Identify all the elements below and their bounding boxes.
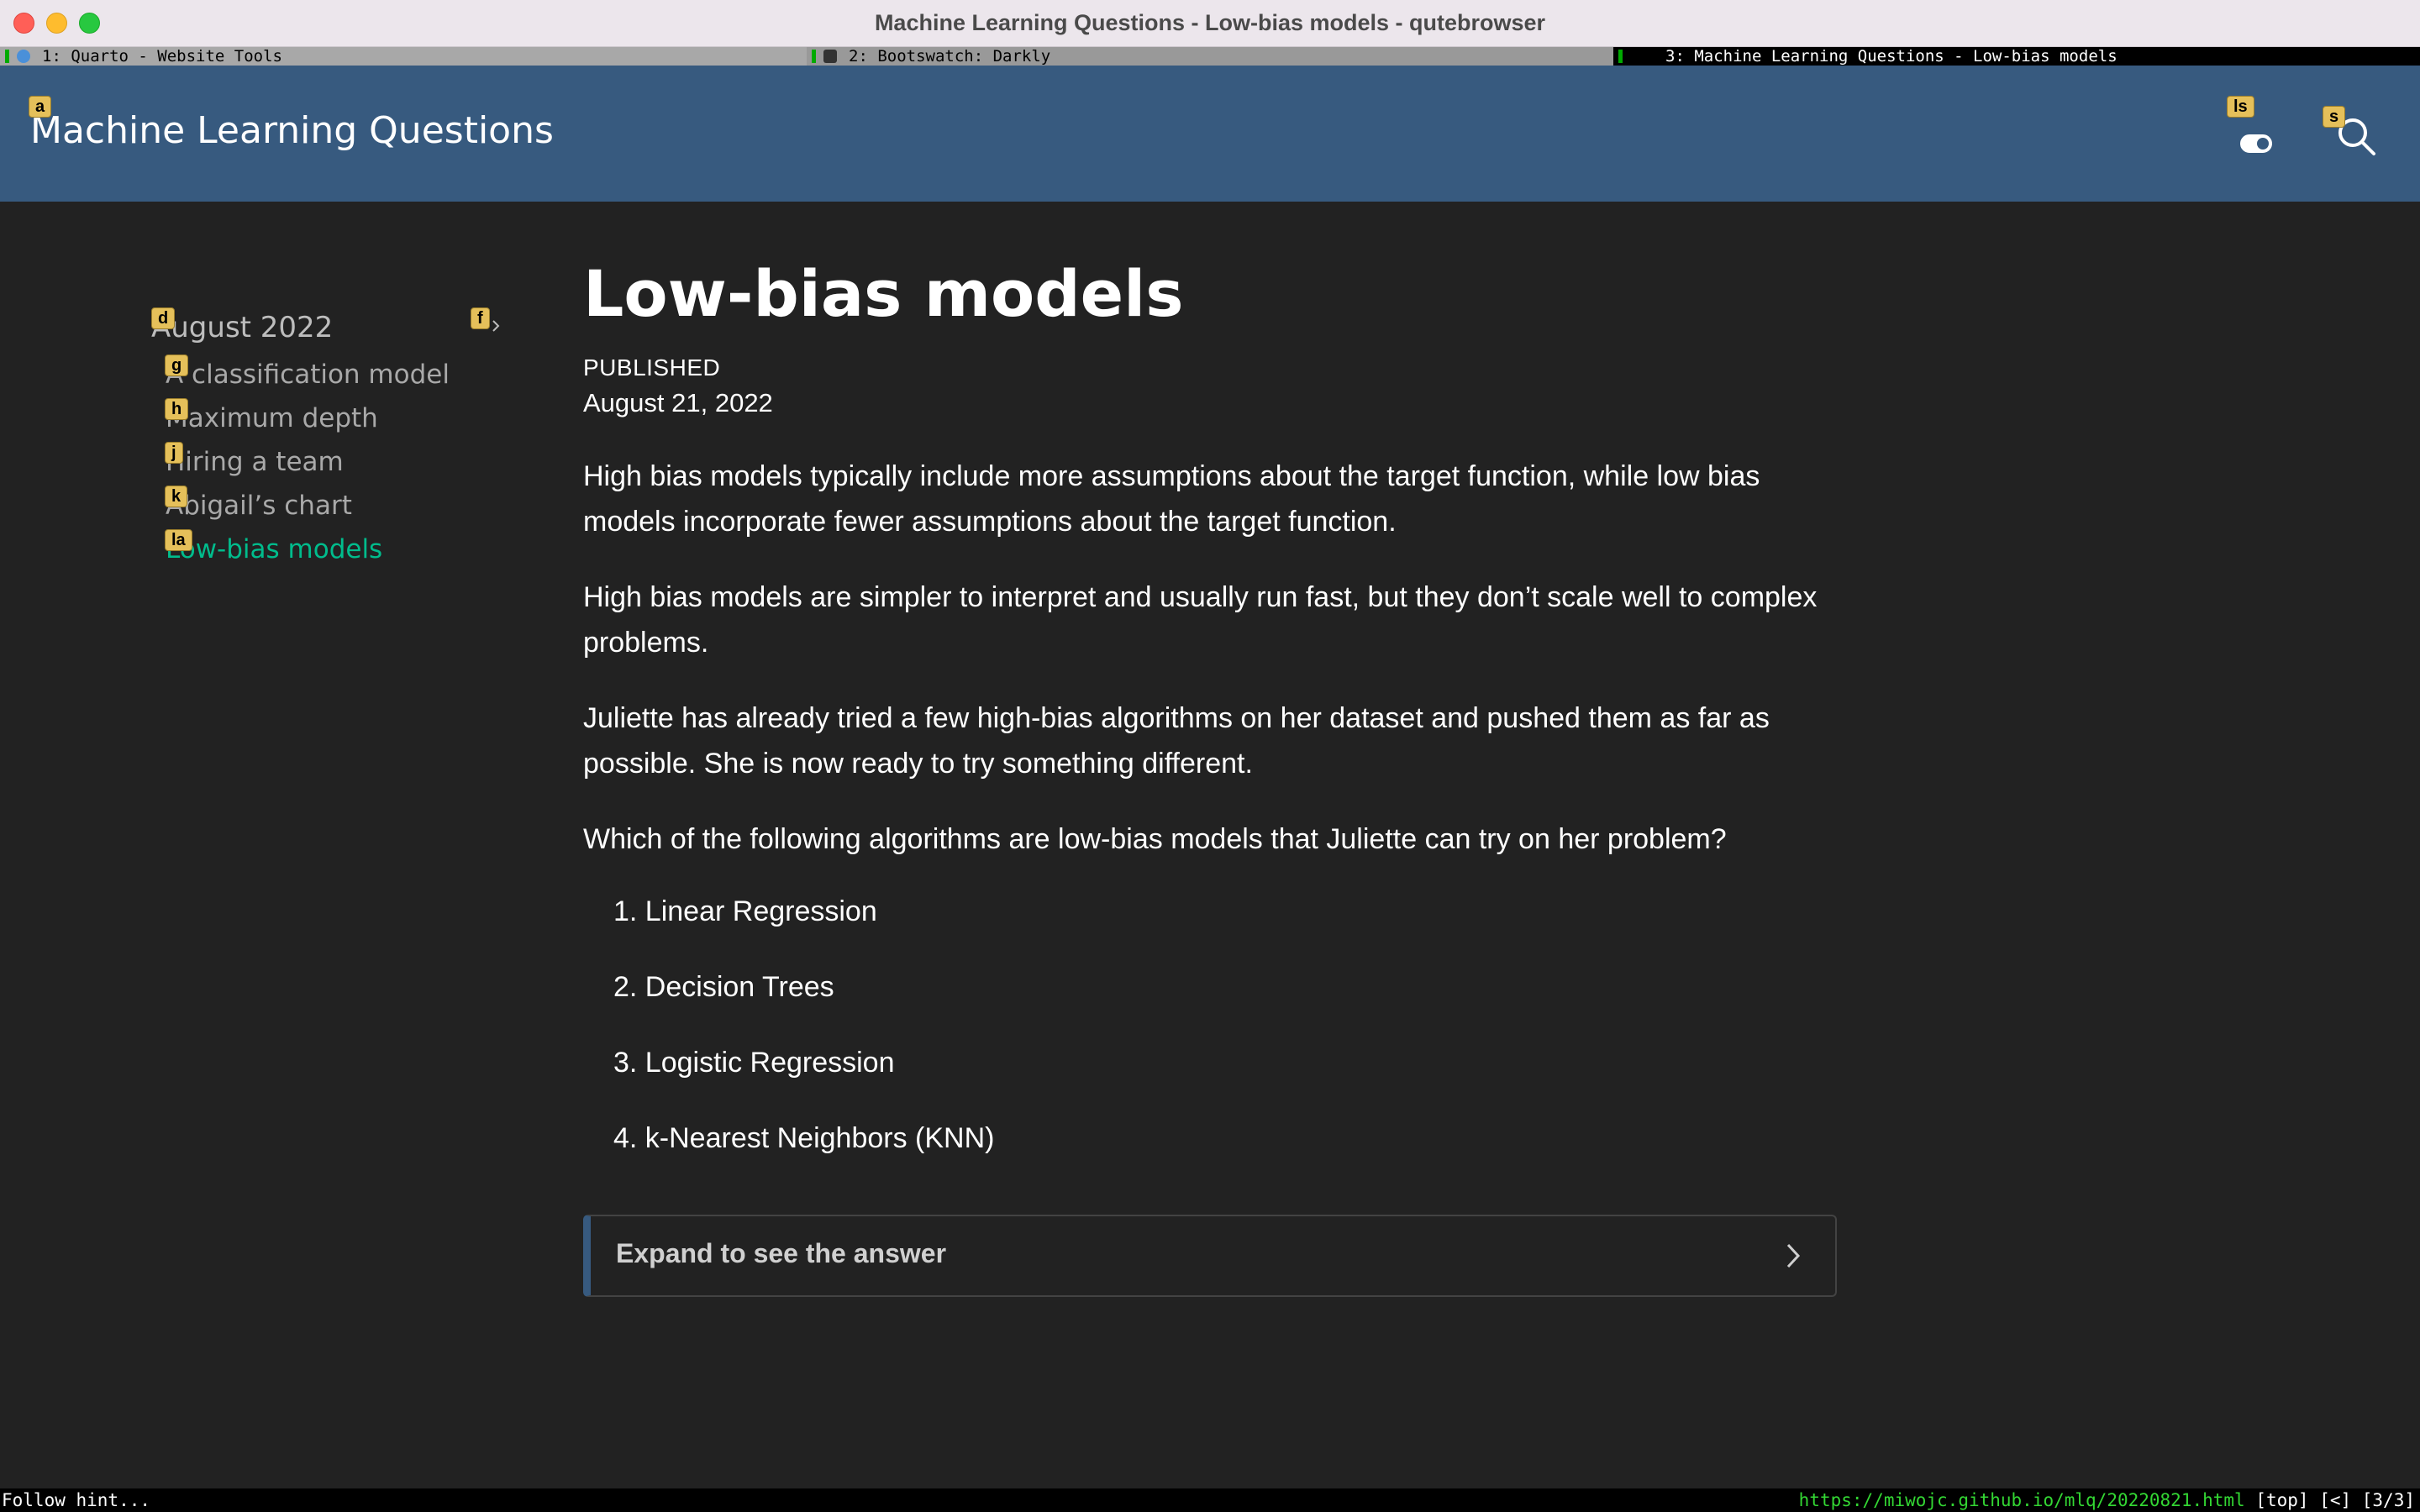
paragraph-2: High bias models are simpler to interpre…: [583, 581, 1818, 659]
status-mode-text: Follow hint...: [2, 1490, 151, 1510]
tab-label: 1: Quarto - Website Tools: [42, 47, 282, 66]
bootstrap-icon: [823, 50, 837, 63]
status-position: [top] [<] [3/3]: [2255, 1490, 2415, 1510]
hint-label: la: [165, 529, 192, 551]
site-brand-link[interactable]: Machine Learning Questions: [30, 109, 554, 152]
status-url: https://miwojc.github.io/mlq/20220821.ht…: [1798, 1490, 2245, 1510]
hint-label: f: [471, 307, 490, 329]
sidebar-section-august-2022[interactable]: August 2022: [151, 311, 333, 344]
option-item: 2. Decision Trees: [613, 971, 834, 1003]
toggle-switch-icon: [2257, 138, 2269, 150]
callout-title: Expand to see the answer: [616, 1238, 947, 1268]
sidebar-item-hiring-a-team[interactable]: Hiring a team: [166, 447, 344, 477]
option-item: 4. k-Nearest Neighbors (KNN): [613, 1122, 995, 1154]
published-label: PUBLISHED: [583, 354, 721, 381]
expand-answer-callout[interactable]: Expand to see the answer: [583, 1215, 1837, 1297]
tab-bar: 1: Quarto - Website Tools 2: Bootswatch:…: [0, 47, 2420, 66]
hint-label: ls: [2227, 96, 2254, 118]
answer-options-list: 1. Linear Regression 2. Decision Trees 3…: [583, 889, 1835, 1161]
paragraph-1: High bias models typically include more …: [583, 460, 1760, 538]
chevron-right-icon[interactable]: [489, 319, 502, 333]
tab-quarto[interactable]: 1: Quarto - Website Tools: [0, 47, 807, 66]
tab-label: 2: Bootswatch: Darkly: [849, 47, 1051, 66]
published-date: August 21, 2022: [583, 388, 773, 417]
site-navbar: Machine Learning Questions: [0, 66, 2420, 202]
sidebar-item-classification-model[interactable]: A classification model: [166, 360, 450, 390]
option-item: 1. Linear Regression: [613, 895, 877, 927]
tab-indicator: [5, 50, 9, 63]
dark-mode-toggle[interactable]: [2240, 134, 2272, 153]
option-item: 3. Logistic Regression: [613, 1047, 895, 1079]
tab-machine-learning-questions[interactable]: 3: Machine Learning Questions - Low-bias…: [1613, 47, 2420, 66]
status-right-group: https://miwojc.github.io/mlq/20220821.ht…: [1799, 1488, 2415, 1512]
hint-label: k: [165, 486, 188, 507]
hint-label: d: [151, 307, 176, 329]
tab-indicator: [1618, 50, 1623, 63]
tab-bootswatch[interactable]: 2: Bootswatch: Darkly: [807, 47, 1613, 66]
window-title: Machine Learning Questions - Low-bias mo…: [874, 10, 1546, 35]
chevron-right-icon[interactable]: [1781, 1240, 1805, 1272]
hint-label: j: [165, 442, 183, 464]
tab-indicator: [812, 50, 816, 63]
hint-label: s: [2323, 106, 2346, 128]
sidebar-item-low-bias-models[interactable]: Low-bias models: [166, 534, 382, 564]
hint-label: h: [165, 398, 189, 420]
window-titlebar: Machine Learning Questions - Low-bias mo…: [0, 0, 2420, 47]
globe-icon: [17, 50, 30, 63]
hint-label: g: [165, 354, 189, 376]
paragraph-3: Juliette has already tried a few high-bi…: [583, 702, 1770, 780]
status-bar: Follow hint... https://miwojc.github.io/…: [0, 1488, 2420, 1512]
question: Which of the following algorithms are lo…: [583, 823, 1727, 855]
sidebar-item-abigails-chart[interactable]: Abigail’s chart: [166, 491, 352, 521]
main-content: Low-bias models PUBLISHED August 21, 202…: [583, 252, 1835, 1191]
hint-label: a: [29, 96, 52, 118]
sidebar-item-maximum-depth[interactable]: Maximum depth: [166, 403, 378, 433]
page-title: Low-bias models: [583, 256, 1184, 331]
tab-label: 3: Machine Learning Questions - Low-bias…: [1665, 47, 2118, 66]
